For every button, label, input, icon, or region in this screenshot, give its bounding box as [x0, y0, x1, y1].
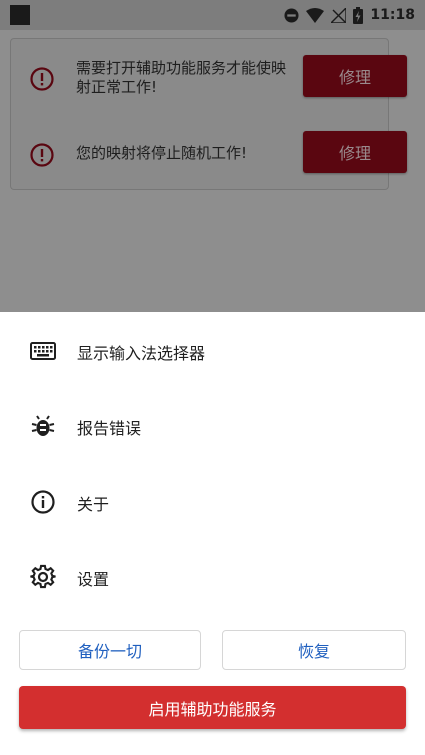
- fix-button[interactable]: 修理: [303, 131, 407, 173]
- status-time: 11:18: [370, 7, 415, 23]
- warning-row: 需要打开辅助功能服务才能使映射正常工作! 修理: [11, 51, 407, 107]
- no-signal-icon: [331, 7, 347, 23]
- menu-item-about[interactable]: 关于: [0, 471, 425, 531]
- battery-charging-icon: [353, 6, 364, 24]
- menu-item-label: 报告错误: [77, 419, 142, 438]
- app-notification-icon: [10, 5, 30, 25]
- warning-text: 需要打开辅助功能服务才能使映射正常工作!: [76, 59, 287, 96]
- menu-item-label: 关于: [77, 495, 110, 514]
- bottom-sheet-menu: 显示输入法选择器 报告错误 关于 设置 备份一切 恢复 启用辅助功能服务: [0, 312, 425, 755]
- enable-accessibility-service-button[interactable]: 启用辅助功能服务: [19, 686, 406, 729]
- status-icons: 11:18: [284, 0, 415, 30]
- gear-icon: [30, 564, 56, 589]
- fix-button[interactable]: 修理: [303, 55, 407, 97]
- alert-circle-icon: [30, 67, 54, 91]
- restore-button[interactable]: 恢复: [222, 630, 406, 670]
- do-not-disturb-icon: [284, 7, 299, 23]
- menu-item-label: 设置: [77, 570, 110, 589]
- keyboard-icon: [30, 342, 56, 360]
- backup-all-button[interactable]: 备份一切: [19, 630, 201, 670]
- menu-item-label: 显示输入法选择器: [77, 344, 206, 363]
- wifi-icon: [306, 7, 325, 23]
- status-bar: 11:18: [0, 0, 425, 30]
- menu-item-show-ime-picker[interactable]: 显示输入法选择器: [0, 320, 425, 380]
- warning-card: 需要打开辅助功能服务才能使映射正常工作! 修理 您的映射将停止随机工作! 修理: [10, 38, 407, 190]
- warning-row: 您的映射将停止随机工作! 修理: [11, 127, 407, 183]
- info-icon: [31, 490, 55, 514]
- alert-circle-icon: [30, 143, 54, 167]
- warning-text: 您的映射将停止随机工作!: [76, 144, 248, 162]
- bug-icon: [31, 415, 55, 436]
- menu-item-report-bug[interactable]: 报告错误: [0, 395, 425, 455]
- menu-item-settings[interactable]: 设置: [0, 546, 425, 606]
